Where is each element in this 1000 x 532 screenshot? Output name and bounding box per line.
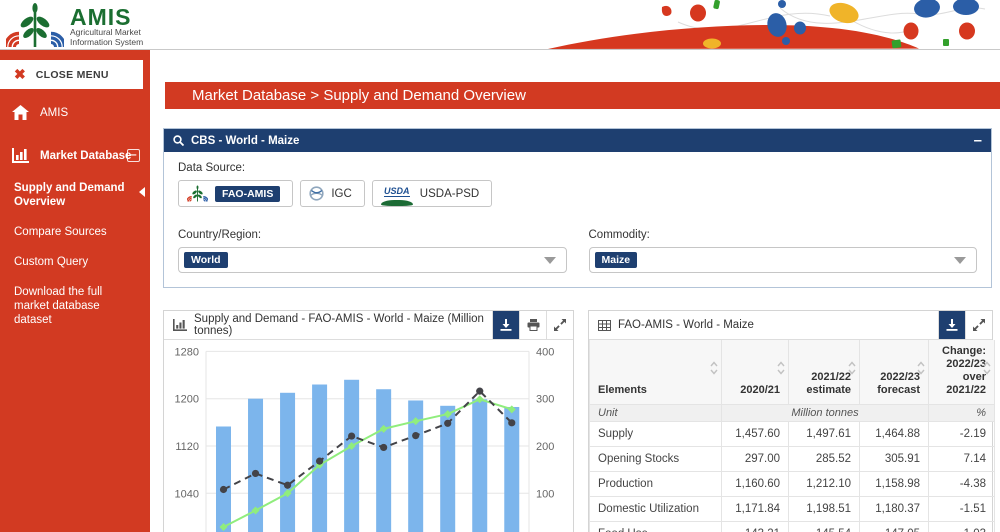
sidebar-item-label: AMIS: [40, 107, 68, 119]
source-label: IGC: [331, 188, 351, 200]
country-region-label: Country/Region:: [178, 229, 567, 241]
logo-title: AMIS: [70, 6, 143, 28]
chart-panel: Supply and Demand - FAO-AMIS - World - M…: [163, 310, 574, 532]
sidebar-item-market-database[interactable]: Market Database –: [0, 138, 150, 173]
table-header-row: Elements2020/212021/22estimate2022/23for…: [590, 340, 995, 405]
chart-panel-header: Supply and Demand - FAO-AMIS - World - M…: [164, 311, 573, 340]
search-icon: [173, 135, 184, 146]
usda-logo-icon: USDA: [381, 181, 413, 206]
sort-carets-icon: [710, 361, 718, 375]
bar-chart-icon: [12, 148, 32, 163]
home-icon: [12, 105, 32, 120]
amis-app: AMIS Agricultural Market Information Sys…: [0, 0, 1000, 532]
country-region-select[interactable]: World: [178, 247, 567, 273]
source-button-fao-amis[interactable]: FAO-AMIS: [178, 180, 293, 207]
close-icon: ✖: [14, 66, 26, 83]
svg-text:400: 400: [536, 346, 554, 358]
sidebar-subitem-compare-sources[interactable]: Compare Sources: [0, 217, 150, 247]
source-button-igc[interactable]: IGC: [300, 180, 364, 207]
source-label: FAO-AMIS: [215, 186, 280, 202]
source-label: USDA-PSD: [420, 188, 479, 200]
active-left-arrow-icon: [139, 187, 145, 197]
svg-text:300: 300: [536, 394, 554, 406]
table-panel-title: FAO-AMIS - World - Maize: [618, 319, 754, 331]
cbs-filter-panel: CBS - World - Maize – Data Source: FAO-A…: [163, 128, 992, 288]
column-header[interactable]: 2022/23forecast: [860, 340, 929, 405]
commodity-selected-chip: Maize: [595, 252, 638, 268]
main-content: Market Database > Supply and Demand Over…: [150, 50, 1000, 532]
table-row: Food Use143.21145.54147.051.03: [590, 522, 995, 532]
sidebar-subitem-custom-query[interactable]: Custom Query: [0, 247, 150, 277]
unit-row: Unit Million tonnes %: [590, 405, 995, 422]
close-menu-button[interactable]: ✖ CLOSE MENU: [0, 60, 143, 89]
table-panel-header: FAO-AMIS - World - Maize: [589, 311, 992, 340]
collapse-minus-box-icon[interactable]: –: [127, 149, 140, 162]
data-source-buttons: FAO-AMIS IGC USDA USDA-PSD: [178, 180, 977, 207]
amis-logo[interactable]: AMIS Agricultural Market Information Sys…: [6, 2, 143, 48]
svg-text:1120: 1120: [175, 441, 199, 453]
supply-demand-chart: 1040 100 1120 200 1200 300 1280 400: [164, 340, 573, 532]
table-row: Supply1,457.601,497.611,464.88-2.19: [590, 422, 995, 447]
chart-svg: 1040 100 1120 200 1200 300 1280 400: [164, 340, 573, 532]
chart-download-button[interactable]: [492, 311, 519, 339]
svg-text:100: 100: [536, 488, 554, 500]
download-icon: [500, 319, 512, 331]
chart-expand-button[interactable]: [546, 311, 573, 339]
chart-print-button[interactable]: [519, 311, 546, 339]
cbs-panel-header: CBS - World - Maize –: [164, 129, 991, 152]
column-header[interactable]: 2020/21: [722, 340, 789, 405]
sidebar-item-label: Market Database: [40, 150, 131, 162]
sort-carets-icon: [983, 361, 991, 375]
logo-subtitle-2: Information System: [70, 38, 143, 48]
svg-text:200: 200: [536, 441, 554, 453]
expand-icon: [973, 319, 985, 331]
sort-carets-icon: [848, 361, 856, 375]
sidebar-subitem-supply-and-demand[interactable]: Supply and Demand Overview: [0, 173, 150, 217]
country-selected-chip: World: [184, 252, 228, 268]
sidebar: ✖ CLOSE MENU AMIS Market Database – Supp…: [0, 50, 150, 532]
table-row: Opening Stocks297.00285.52305.917.14: [590, 447, 995, 472]
cbs-panel-title: CBS - World - Maize: [191, 135, 299, 147]
globe-icon: [309, 186, 324, 201]
chevron-down-icon: [544, 257, 556, 264]
expand-icon: [554, 319, 566, 331]
svg-text:1040: 1040: [175, 488, 199, 500]
svg-text:1200: 1200: [175, 394, 199, 406]
data-source-label: Data Source:: [178, 162, 977, 174]
supply-demand-table: Elements2020/212021/22estimate2022/23for…: [589, 340, 995, 532]
source-button-usda-psd[interactable]: USDA USDA-PSD: [372, 180, 492, 207]
print-icon: [527, 319, 540, 331]
amis-mini-logo-icon: [187, 185, 208, 202]
table-row: Domestic Utilization1,171.841,198.511,18…: [590, 497, 995, 522]
table-row: Production1,160.601,212.101,158.98-4.38: [590, 472, 995, 497]
chevron-down-icon: [954, 257, 966, 264]
table-download-button[interactable]: [938, 311, 965, 339]
sidebar-subitem-download-the-full[interactable]: Download the full market database datase…: [0, 277, 150, 335]
table-panel: FAO-AMIS - World - Maize Elements2020/21…: [588, 310, 993, 532]
sort-carets-icon: [777, 361, 785, 375]
download-icon: [946, 319, 958, 331]
column-header[interactable]: Change:2022/23over2021/22: [929, 340, 995, 405]
table-grid-icon: [598, 320, 611, 331]
table-expand-button[interactable]: [965, 311, 992, 339]
amis-logo-icon: [6, 2, 64, 48]
chart-panel-title: Supply and Demand - FAO-AMIS - World - M…: [194, 313, 492, 337]
breadcrumb: Market Database > Supply and Demand Over…: [165, 82, 1000, 109]
column-header[interactable]: 2021/22estimate: [789, 340, 860, 405]
sidebar-subitems: Supply and Demand OverviewCompare Source…: [0, 173, 150, 335]
commodity-label: Commodity:: [589, 229, 978, 241]
top-header: AMIS Agricultural Market Information Sys…: [0, 0, 1000, 50]
column-header[interactable]: Elements: [590, 340, 722, 405]
commodity-select[interactable]: Maize: [589, 247, 978, 273]
sidebar-item-amis[interactable]: AMIS: [0, 95, 150, 130]
collapse-panel-button[interactable]: –: [974, 135, 982, 147]
sort-carets-icon: [917, 361, 925, 375]
svg-text:1280: 1280: [175, 346, 199, 358]
chart-icon: [173, 319, 187, 331]
decorative-banner: [440, 0, 1000, 49]
